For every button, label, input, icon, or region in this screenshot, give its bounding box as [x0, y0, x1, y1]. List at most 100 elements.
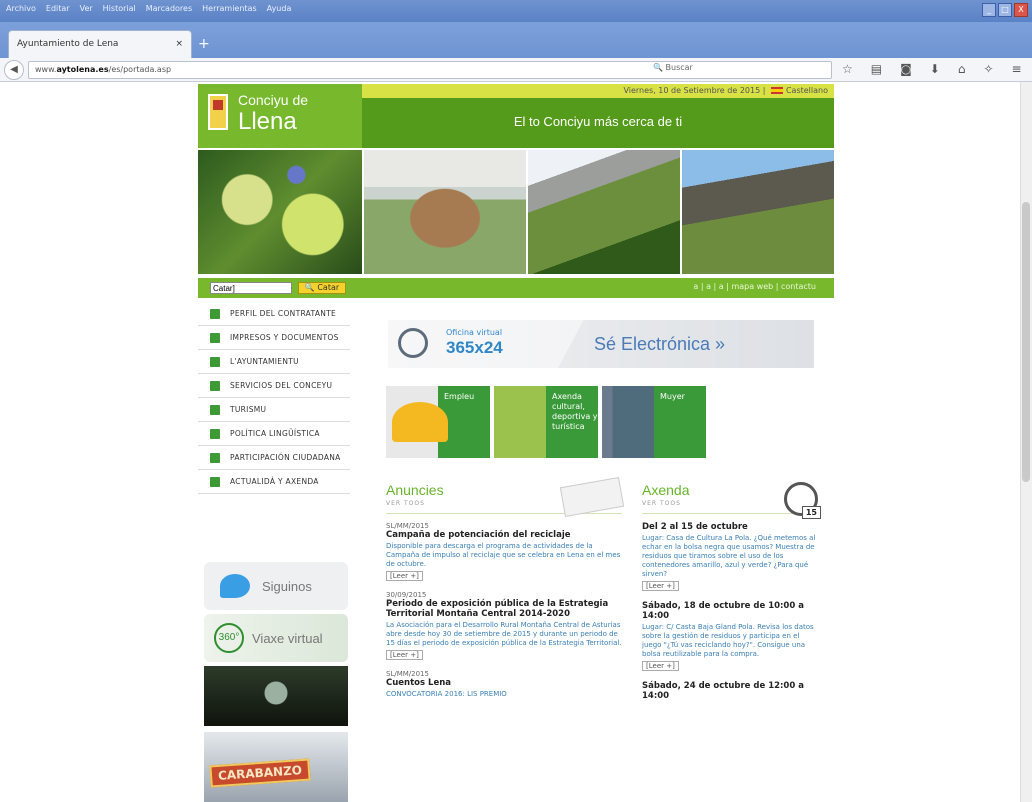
bullet-icon	[210, 380, 220, 391]
navigation-bar: ◀ www.aytolena.es/es/portada.asp 🔍 Busca…	[0, 58, 1032, 82]
utility-links[interactable]: a | a | a | mapa web | contactu	[693, 282, 816, 291]
photo-peaks	[682, 150, 834, 274]
event-title[interactable]: Sábado, 24 de octubre de 12:00 a 14:00	[642, 681, 818, 701]
news-title[interactable]: Cuentos Lena	[386, 678, 622, 688]
page-scrollbar[interactable]	[1020, 82, 1032, 802]
scroll-thumb[interactable]	[1022, 202, 1030, 482]
bullet-icon	[210, 308, 220, 319]
menu-ayuda[interactable]: Ayuda	[267, 4, 292, 13]
carabanzo-banner[interactable]: CARABANZO	[204, 732, 348, 802]
read-more-link[interactable]: [Leer +]	[642, 581, 679, 591]
close-tab-icon[interactable]: ×	[175, 39, 183, 50]
browser-menu-bar: Archivo Editar Ver Historial Marcadores …	[6, 4, 291, 13]
menu-editar[interactable]: Editar	[46, 4, 70, 13]
browser-search-field[interactable]: 🔍 Buscar	[653, 63, 863, 77]
extension-icon[interactable]: ✧	[983, 62, 993, 76]
menu-ver[interactable]: Ver	[80, 4, 93, 13]
menu-herramientas[interactable]: Herramientas	[202, 4, 257, 13]
event-body: Lugar: C/ Casta Baja Gland Pola. Revisa …	[642, 623, 814, 658]
tile-muyer[interactable]: Muyer	[602, 386, 706, 458]
read-more-link[interactable]: [Leer +]	[386, 571, 423, 581]
url-path: /es/portada.asp	[108, 65, 172, 74]
calendar-clock-icon: 15	[784, 482, 821, 519]
read-more-link[interactable]: [Leer +]	[386, 650, 423, 660]
tile-axenda-cultural[interactable]: Axenda cultural, deportiva y turística	[494, 386, 598, 458]
menu-archivo[interactable]: Archivo	[6, 4, 36, 13]
twitter-banner[interactable]: Siguinos	[204, 562, 348, 610]
clock-icon	[398, 328, 428, 358]
menu-historial[interactable]: Historial	[103, 4, 136, 13]
news-item: SL/MM/2015 Cuentos Lena CONVOCATORIA 201…	[386, 670, 622, 699]
menu-item-turismu[interactable]: TURISMU	[198, 398, 350, 422]
carabanzo-label: CARABANZO	[209, 758, 311, 788]
back-button[interactable]: ◀	[4, 60, 24, 80]
news-item: SL/MM/2015 Campaña de potenciación del r…	[386, 522, 622, 581]
read-more-link[interactable]: [Leer +]	[642, 661, 679, 671]
language-link[interactable]: Castellano	[786, 86, 828, 95]
menu-item-politica[interactable]: POLÍTICA LINGÜÍSTICA	[198, 422, 350, 446]
url-prefix: www.	[35, 65, 57, 74]
event-body: Lugar: Casa de Cultura La Pola. ¿Qué met…	[642, 534, 816, 578]
download-icon[interactable]: ⬇	[930, 62, 940, 76]
tile-empleu[interactable]: Empleu	[386, 386, 490, 458]
news-body: Disponible para descarga el programa de …	[386, 542, 621, 568]
home-icon[interactable]: ⌂	[958, 62, 966, 76]
menu-item-label: IMPRESOS Y DOCUMENTOS	[230, 333, 339, 342]
menu-item-impresos[interactable]: IMPRESOS Y DOCUMENTOS	[198, 326, 350, 350]
spain-flag-icon[interactable]	[770, 87, 783, 94]
virtual-tour-label: Viaxe virtual	[252, 630, 323, 646]
menu-item-label: PARTICIPACIÓN CIUDADANA	[230, 453, 341, 462]
photo-church	[364, 150, 526, 274]
photo-mountains	[528, 150, 680, 274]
site-logo[interactable]: Conciyu de Llena	[198, 84, 362, 148]
maximize-button[interactable]: □	[998, 3, 1012, 17]
toolbar-icons: ☆ ▤ ◙ ⬇ ⌂ ✧ ≡	[842, 62, 1022, 76]
active-tab[interactable]: Ayuntamiento de Lena ×	[8, 30, 192, 58]
site-search-button[interactable]: 🔍 Catar	[298, 282, 346, 294]
site-search-input[interactable]	[210, 282, 292, 294]
minimize-button[interactable]: _	[982, 3, 996, 17]
address-bar[interactable]: www.aytolena.es/es/portada.asp 🔍 Buscar	[28, 61, 832, 79]
virtual-tour-banner[interactable]: 360° Viaxe virtual	[204, 614, 348, 662]
close-window-button[interactable]: X	[1014, 3, 1028, 17]
electronic-link[interactable]: Sé Electrónica »	[558, 320, 814, 368]
tab-title: Ayuntamiento de Lena	[17, 39, 119, 49]
bookmarks-icon[interactable]: ▤	[871, 62, 882, 76]
photo-flowers	[198, 150, 362, 274]
hero-photo-strip	[198, 150, 834, 274]
news-date: SL/MM/2015	[386, 522, 429, 530]
news-title[interactable]: Campaña de potenciación del reciclaje	[386, 530, 622, 540]
menu-item-participacion[interactable]: PARTICIPACIÓN CIUDADANA	[198, 446, 350, 470]
pocket-icon[interactable]: ◙	[900, 62, 912, 76]
news-body: La Asociación para el Desarrollo Rural M…	[386, 621, 622, 647]
calendar-day: 15	[801, 506, 821, 519]
event-title[interactable]: Del 2 al 15 de octubre	[642, 522, 818, 532]
bookmark-star-icon[interactable]: ☆	[842, 62, 853, 76]
menu-item-perfil[interactable]: PERFIL DEL CONTRATANTE	[198, 302, 350, 326]
dark-promo-banner[interactable]	[204, 666, 348, 726]
menu-item-label: L'AYUNTAMIENTU	[230, 357, 299, 366]
menu-item-label: SERVICIOS DEL CONCEYU	[230, 381, 333, 390]
news-title[interactable]: Periodo de exposición pública de la Estr…	[386, 599, 622, 619]
site-slogan: El to Conciyu más cerca de ti	[362, 98, 834, 148]
menu-marcadores[interactable]: Marcadores	[146, 4, 192, 13]
new-tab-button[interactable]: +	[198, 36, 210, 52]
hamburger-menu-icon[interactable]: ≡	[1012, 62, 1022, 76]
event-title[interactable]: Sábado, 18 de octubre de 10:00 a 14:00	[642, 601, 818, 621]
tile-label: Muyer	[660, 392, 685, 401]
tab-strip: Ayuntamiento de Lena × +	[0, 22, 1032, 58]
news-item: 30/09/2015 Periodo de exposición pública…	[386, 591, 622, 660]
search-placeholder: Buscar	[665, 63, 693, 72]
hard-hat-icon	[392, 402, 448, 442]
twitter-bird-icon	[220, 574, 250, 598]
menu-item-actualida[interactable]: ACTUALIDÁ Y AXENDA	[198, 470, 350, 494]
tile-label: Empleu	[444, 392, 475, 401]
virtual-office-banner[interactable]: Oficina virtual 365x24 Sé Electrónica »	[388, 320, 814, 368]
office-small-label: Oficina virtual	[446, 328, 503, 337]
menu-item-ayuntamiento[interactable]: L'AYUNTAMIENTU	[198, 350, 350, 374]
menu-item-servicios[interactable]: SERVICIOS DEL CONCEYU	[198, 374, 350, 398]
date-language-bar: Viernes, 10 de Setiembre de 2015 | Caste…	[362, 84, 834, 98]
bullet-icon	[210, 428, 220, 439]
url-host: aytolena.es	[56, 65, 109, 74]
coat-of-arms-icon	[208, 94, 228, 130]
